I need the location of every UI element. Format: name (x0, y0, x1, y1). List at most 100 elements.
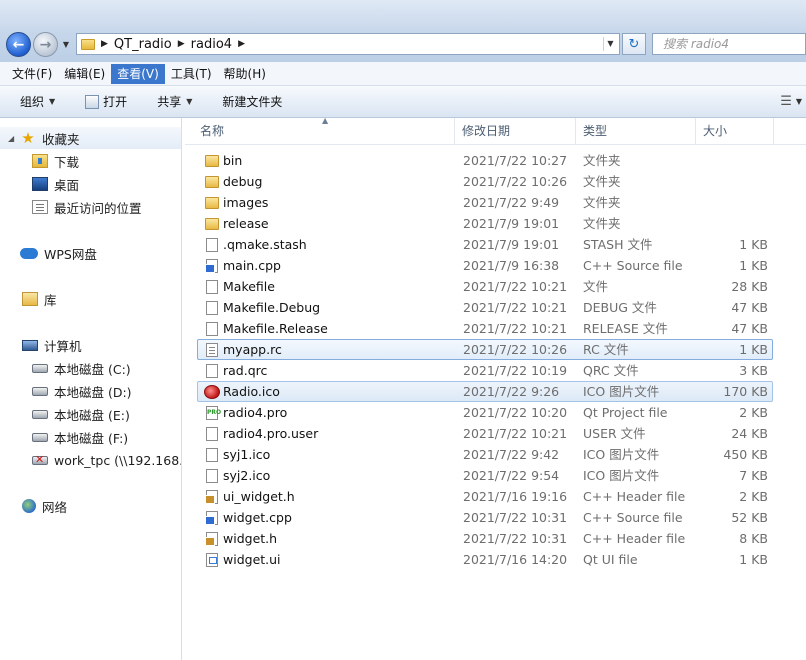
file-type: ICO 图片文件 (583, 447, 660, 462)
table-row[interactable]: syj2.ico 2021/7/22 9:54 ICO 图片文件 7 KB (197, 465, 773, 486)
table-row[interactable]: widget.ui 2021/7/16 14:20 Qt UI file 1 KB (197, 549, 773, 570)
column-header-type[interactable]: 类型 (576, 118, 696, 145)
table-row[interactable]: bin 2021/7/22 10:27 文件夹 (197, 150, 773, 171)
forward-button[interactable]: → (33, 32, 58, 57)
file-type: QRC 文件 (583, 363, 639, 378)
sidebar-item-network-drive[interactable]: work_tpc (\\192.168.1. (0, 449, 181, 471)
chevron-down-icon: ▼ (186, 97, 193, 106)
file-modified-date: 2021/7/22 10:20 (463, 405, 568, 420)
view-list-icon: ☰ (780, 94, 792, 109)
sidebar-item-drive-c[interactable]: 本地磁盘 (C:) (0, 357, 181, 379)
table-row[interactable]: release 2021/7/9 19:01 文件夹 (197, 213, 773, 234)
file-modified-date: 2021/7/22 10:21 (463, 321, 568, 336)
file-size: 8 KB (739, 531, 768, 546)
sidebar-item-wps[interactable]: WPS网盘 (0, 242, 181, 264)
file-name: Makefile (223, 279, 275, 294)
file-name: bin (223, 153, 243, 168)
menu-help[interactable]: 帮助(H) (218, 64, 272, 84)
refresh-button[interactable]: ↻ (622, 33, 646, 55)
file-modified-date: 2021/7/22 10:31 (463, 510, 568, 525)
breadcrumb[interactable]: ▶ QT_radio ▶ radio4 ▶ ▼ (76, 33, 620, 55)
file-name: widget.cpp (223, 510, 292, 525)
table-row[interactable]: widget.cpp 2021/7/22 10:31 C++ Source file… (197, 507, 773, 528)
sidebar-item-favorites[interactable]: ◢ ★ 收藏夹 (0, 127, 181, 149)
column-header-bar: ▲ 名称 修改日期 类型 大小 (185, 116, 806, 145)
table-row[interactable]: rad.qrc 2021/7/22 10:19 QRC 文件 3 KB (197, 360, 773, 381)
file-name: radio4.pro.user (223, 426, 319, 441)
document-icon (206, 322, 218, 336)
file-modified-date: 2021/7/22 10:19 (463, 363, 568, 378)
organize-button[interactable]: 组织 ▼ (12, 90, 63, 114)
file-type: Qt Project file (583, 405, 668, 420)
document-icon (206, 238, 218, 252)
table-row[interactable]: Makefile 2021/7/22 10:21 文件 28 KB (197, 276, 773, 297)
file-type: 文件夹 (583, 153, 621, 168)
sidebar-item-recent[interactable]: 最近访问的位置 (0, 196, 181, 218)
menu-view[interactable]: 查看(V) (111, 63, 165, 84)
table-row[interactable]: images 2021/7/22 9:49 文件夹 (197, 192, 773, 213)
sidebar-item-libraries[interactable]: 库 (0, 288, 181, 310)
table-row[interactable]: .qmake.stash 2021/7/9 19:01 STASH 文件 1 KB (197, 234, 773, 255)
new-folder-button[interactable]: 新建文件夹 (214, 90, 290, 114)
back-button[interactable]: ← (6, 32, 31, 57)
menu-tools[interactable]: 工具(T) (165, 64, 218, 84)
table-row[interactable]: radio4.pro.user 2021/7/22 10:21 USER 文件 24 … (197, 423, 773, 444)
table-row[interactable]: Radio.ico 2021/7/22 9:26 ICO 图片文件 170 KB (197, 381, 773, 402)
table-row[interactable]: debug 2021/7/22 10:26 文件夹 (197, 171, 773, 192)
table-row[interactable]: myapp.rc 2021/7/22 10:26 RC 文件 1 KB (197, 339, 773, 360)
sidebar-item-drive-e[interactable]: 本地磁盘 (E:) (0, 403, 181, 425)
file-modified-date: 2021/7/9 19:01 (463, 216, 560, 231)
sidebar-item-drive-d[interactable]: 本地磁盘 (D:) (0, 380, 181, 402)
document-icon (206, 301, 218, 315)
open-button[interactable]: 打开 (77, 90, 135, 114)
file-modified-date: 2021/7/22 10:21 (463, 426, 568, 441)
table-row[interactable]: main.cpp 2021/7/9 16:38 C++ Source file 1 K… (197, 255, 773, 276)
menu-edit[interactable]: 编辑(E) (58, 64, 111, 84)
table-row[interactable]: widget.h 2021/7/22 10:31 C++ Header file 8 … (197, 528, 773, 549)
file-name: widget.ui (223, 552, 281, 567)
sidebar-item-label: 桌面 (54, 177, 80, 193)
table-row[interactable]: PRO radio4.pro 2021/7/22 10:20 Qt Project f… (197, 402, 773, 423)
file-name: ui_widget.h (223, 489, 295, 504)
file-size: 7 KB (739, 468, 768, 483)
column-header-name[interactable]: 名称 (193, 118, 455, 145)
folder-icon (81, 38, 95, 50)
file-modified-date: 2021/7/9 16:38 (463, 258, 560, 273)
sidebar-item-label: 库 (44, 292, 57, 308)
breadcrumb-separator-icon[interactable]: ▶ (178, 39, 185, 49)
breadcrumb-separator-icon[interactable]: ▶ (101, 39, 108, 49)
table-row[interactable]: Makefile.Debug 2021/7/22 10:21 DEBUG 文件 47 … (197, 297, 773, 318)
table-row[interactable]: Makefile.Release 2021/7/22 10:21 RELEASE 文… (197, 318, 773, 339)
column-header-size[interactable]: 大小 (696, 118, 774, 145)
sidebar-item-drive-f[interactable]: 本地磁盘 (F:) (0, 426, 181, 448)
file-name: Makefile.Release (223, 321, 328, 336)
table-row[interactable]: syj1.ico 2021/7/22 9:42 ICO 图片文件 450 KB (197, 444, 773, 465)
history-dropdown-icon[interactable]: ▼ (60, 38, 72, 52)
sidebar-item-downloads[interactable]: 下载 (0, 150, 181, 172)
search-input[interactable]: 搜索 radio4 (652, 33, 806, 55)
document-icon (206, 364, 218, 378)
chevron-down-icon[interactable]: ◢ (8, 134, 18, 143)
file-size (698, 214, 768, 233)
view-options-button[interactable]: ☰ ▼ (780, 94, 802, 109)
sidebar-item-desktop[interactable]: 桌面 (0, 173, 181, 195)
breadcrumb-item[interactable]: QT_radio (114, 37, 172, 52)
menu-file[interactable]: 文件(F) (6, 64, 58, 84)
table-row[interactable]: ui_widget.h 2021/7/16 19:16 C++ Header fil… (197, 486, 773, 507)
file-modified-date: 2021/7/22 9:54 (463, 468, 560, 483)
share-button[interactable]: 共享 ▼ (149, 90, 200, 114)
file-type: RELEASE 文件 (583, 321, 668, 336)
menu-bar: 文件(F) 编辑(E) 查看(V) 工具(T) 帮助(H) (0, 62, 806, 86)
breadcrumb-separator-icon[interactable]: ▶ (238, 39, 245, 49)
address-dropdown-icon[interactable]: ▼ (603, 37, 617, 51)
file-type: 文件夹 (583, 174, 621, 189)
folder-icon (205, 176, 219, 188)
breadcrumb-item[interactable]: radio4 (191, 37, 232, 52)
sidebar-item-computer[interactable]: 计算机 (0, 334, 181, 356)
file-type: ICO 图片文件 (583, 468, 660, 483)
file-modified-date: 2021/7/22 10:31 (463, 531, 568, 546)
folder-icon (205, 197, 219, 209)
sidebar-item-network[interactable]: 网络 (0, 495, 181, 517)
file-size: 1 KB (739, 258, 768, 273)
column-header-modified[interactable]: 修改日期 (455, 118, 576, 145)
